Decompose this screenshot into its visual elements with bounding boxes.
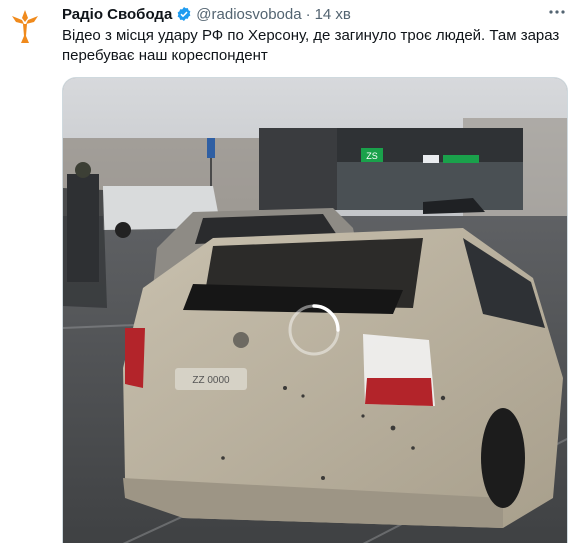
radio-svoboda-logo-icon[interactable] xyxy=(10,6,40,46)
tweet-card[interactable]: Радіо Свобода @radiosvoboda · 14 хв Віде… xyxy=(0,0,572,543)
tweet-video[interactable]: ZS ZZ 0000 xyxy=(62,77,568,543)
tweet-text: Відео з місця удару РФ по Херсону, де за… xyxy=(62,27,560,64)
tweet-header: Радіо Свобода @radiosvoboda · 14 хв xyxy=(62,4,351,24)
license-plate-text: ZZ 0000 xyxy=(192,375,230,386)
tweet-timestamp[interactable]: 14 хв xyxy=(315,6,351,23)
author-name[interactable]: Радіо Свобода xyxy=(62,6,172,23)
store-sign-text: ZS xyxy=(366,151,378,161)
verified-badge-icon xyxy=(177,7,191,21)
author-handle[interactable]: @radiosvoboda xyxy=(196,6,301,23)
loading-spinner-icon xyxy=(288,304,340,356)
header-separator: · xyxy=(305,5,311,23)
more-options-icon[interactable] xyxy=(548,3,566,21)
